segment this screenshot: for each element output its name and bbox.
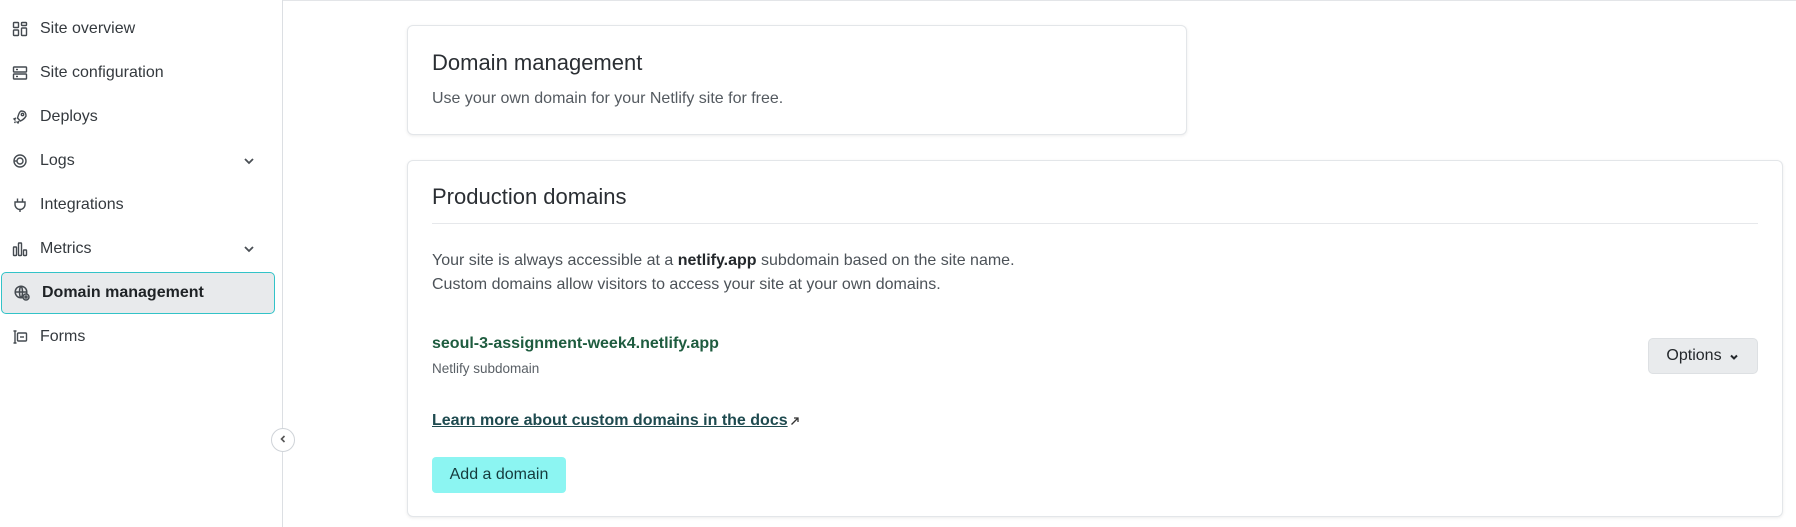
chevron-down-icon[interactable] <box>242 154 256 168</box>
sidebar-item-site-configuration[interactable]: Site configuration <box>0 52 276 94</box>
sidebar-item-label: Forms <box>40 328 86 345</box>
top-border <box>283 0 1796 1</box>
sidebar-item-site-overview[interactable]: Site overview <box>0 8 276 50</box>
production-domains-card: Production domains Your site is always a… <box>407 160 1783 517</box>
sidebar-item-integrations[interactable]: Integrations <box>0 184 276 226</box>
production-description: Your site is always accessible at a netl… <box>432 249 1072 297</box>
page-title: Domain management <box>432 50 643 75</box>
sidebar-item-forms[interactable]: Forms <box>0 316 276 358</box>
add-domain-button[interactable]: Add a domain <box>432 457 566 493</box>
sidebar-item-label: Domain management <box>42 284 204 301</box>
sidebar-item-label: Metrics <box>40 240 92 257</box>
logs-icon <box>12 153 28 169</box>
netlify-subdomain-link[interactable]: seoul-3-assignment-week4.netlify.app <box>432 335 719 353</box>
form-icon <box>12 329 28 345</box>
plug-icon <box>12 197 28 213</box>
chevron-down-icon[interactable] <box>242 242 256 256</box>
external-link-icon <box>788 414 802 428</box>
page-subtitle: Use your own domain for your Netlify sit… <box>432 90 784 107</box>
sidebar-item-deploys[interactable]: Deploys <box>0 96 276 138</box>
grid-icon <box>12 21 28 37</box>
sidebar-item-logs[interactable]: Logs <box>0 140 276 182</box>
globe-icon <box>14 285 30 301</box>
sidebar-item-label: Logs <box>40 152 75 169</box>
sidebar-item-label: Integrations <box>40 196 124 213</box>
collapse-sidebar-button[interactable] <box>271 428 295 452</box>
chevron-left-icon <box>278 431 288 449</box>
sidebar-item-label: Site overview <box>40 20 136 37</box>
bar-chart-icon <box>12 241 28 257</box>
divider <box>432 223 1758 224</box>
desc-text-bold: netlify.app <box>677 252 757 269</box>
sidebar: Site overview Site configuration Deploys… <box>0 0 283 527</box>
options-label: Options <box>1666 347 1722 364</box>
options-button[interactable]: Options <box>1648 338 1758 374</box>
chevron-down-icon <box>1728 350 1740 362</box>
rocket-icon <box>12 109 28 125</box>
sidebar-item-label: Site configuration <box>40 64 164 81</box>
config-icon <box>12 65 28 81</box>
learn-more-link[interactable]: Learn more about custom domains in the d… <box>432 412 788 430</box>
sidebar-item-metrics[interactable]: Metrics <box>0 228 276 270</box>
desc-text-before: Your site is always accessible at a <box>432 252 678 269</box>
sidebar-item-label: Deploys <box>40 108 98 125</box>
domain-management-card: Domain management Use your own domain fo… <box>407 25 1187 135</box>
domain-type-label: Netlify subdomain <box>432 361 540 376</box>
section-title: Production domains <box>432 184 627 209</box>
sidebar-item-domain-management[interactable]: Domain management <box>1 272 275 314</box>
